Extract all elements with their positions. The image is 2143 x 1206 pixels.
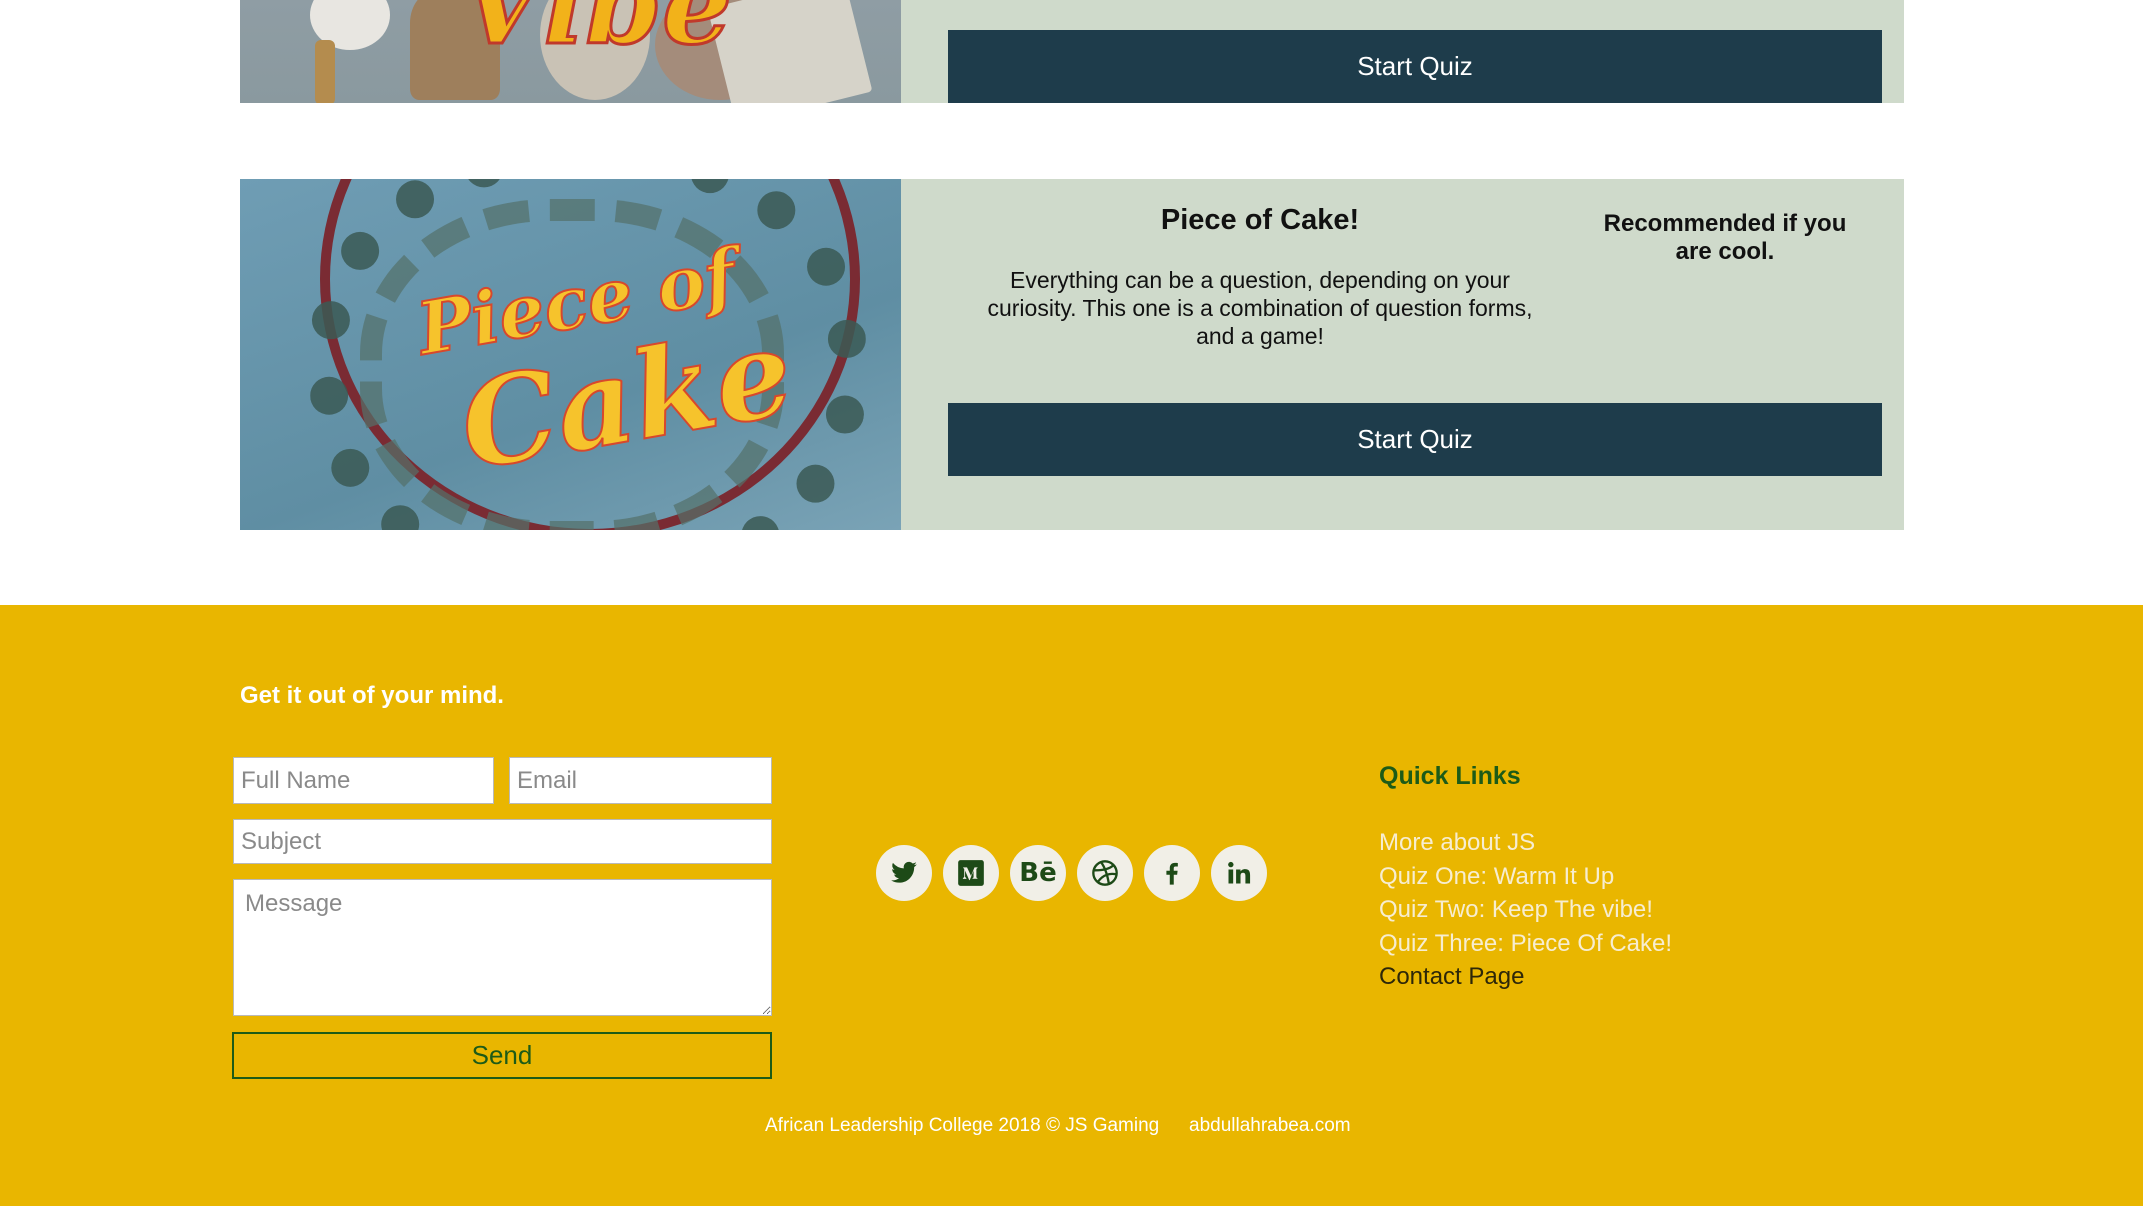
email-input[interactable] [509, 757, 772, 804]
quiz-recommendation: Recommended if you are cool. [1603, 210, 1847, 265]
quick-links-title: Quick Links [1379, 762, 1521, 790]
quiz-title: Piece of Cake! [1160, 204, 1360, 236]
facebook-link[interactable] [1144, 845, 1200, 901]
message-textarea[interactable] [233, 879, 772, 1016]
quiz-image-title: Vibe [458, 0, 733, 71]
linkedin-link[interactable] [1211, 845, 1267, 901]
quiz-image-vibe: Vibe [240, 0, 901, 103]
start-quiz-button[interactable]: Start Quiz [948, 30, 1882, 103]
send-button[interactable]: Send [232, 1032, 772, 1079]
linkedin-icon [1228, 861, 1251, 884]
quick-link-quiz-two[interactable]: Quiz Two: Keep The vibe! [1379, 893, 1672, 927]
quick-links-list: More about JS Quiz One: Warm It Up Quiz … [1379, 826, 1672, 994]
website-link[interactable]: abdullahrabea.com [1189, 1115, 1351, 1137]
dribbble-link[interactable] [1077, 845, 1133, 901]
quiz-description: Everything can be a question, depending … [987, 267, 1533, 349]
facebook-icon [1166, 862, 1178, 885]
quick-link-quiz-three[interactable]: Quiz Three: Piece Of Cake! [1379, 927, 1672, 961]
twitter-link[interactable] [876, 845, 932, 901]
dribbble-icon [1092, 860, 1118, 886]
full-name-input[interactable] [233, 757, 494, 804]
quick-link-quiz-one[interactable]: Quiz One: Warm It Up [1379, 860, 1672, 894]
behance-link[interactable]: Bē [1010, 845, 1066, 901]
contact-heading: Get it out of your mind. [240, 682, 504, 709]
quick-link-contact-page[interactable]: Contact Page [1379, 960, 1672, 994]
quick-link-more-about-js[interactable]: More about JS [1379, 826, 1672, 860]
start-quiz-button[interactable]: Start Quiz [948, 403, 1882, 476]
behance-icon: Bē [1019, 858, 1057, 888]
subject-input[interactable] [233, 819, 772, 864]
medium-link[interactable] [943, 845, 999, 901]
medium-icon [958, 860, 984, 886]
twitter-icon [891, 861, 917, 883]
quiz-image-piece-of-cake: Piece of Cake [240, 179, 901, 530]
copyright-text: African Leadership College 2018 © JS Gam… [765, 1115, 1160, 1136]
